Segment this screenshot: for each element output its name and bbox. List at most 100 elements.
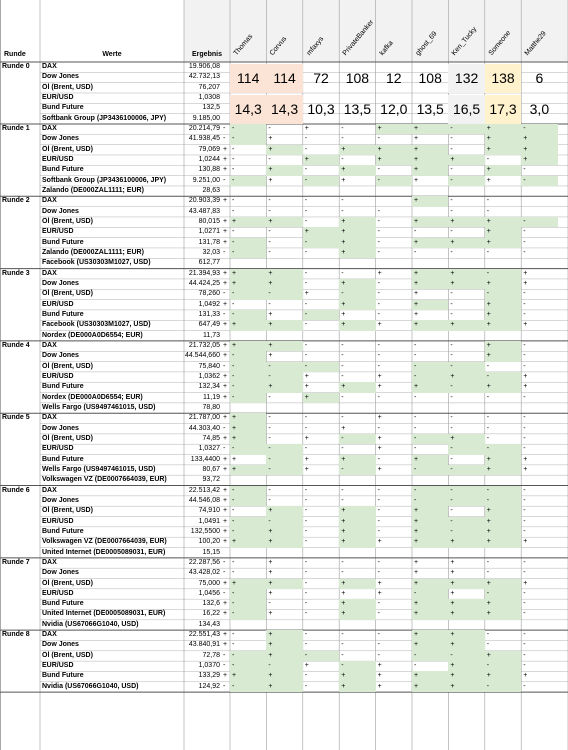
- guess-cell: -: [414, 445, 417, 453]
- ergebnis-sign: -: [223, 124, 226, 132]
- guess-cell: +: [484, 165, 522, 176]
- ergebnis-sign: +: [223, 238, 228, 246]
- guess-cell: -: [230, 237, 267, 248]
- werte-label: Nordex (DE000A0D6554; EUR): [42, 393, 143, 401]
- werte-label: Zalando (DE000ZAL1111; EUR): [42, 248, 144, 256]
- guess-cell: [412, 548, 448, 558]
- guess-cell: -: [450, 135, 453, 143]
- guess-cell: -: [377, 631, 380, 639]
- ergebnis-value: 133,4400: [190, 455, 220, 463]
- guess-cell: -: [230, 588, 267, 600]
- guess-cell: +: [230, 433, 267, 445]
- guess-cell: -: [232, 166, 235, 174]
- guess-cell: +: [484, 506, 522, 517]
- guess-cell: [266, 258, 302, 268]
- guess-cell: +: [412, 681, 449, 693]
- guess-cell: [339, 620, 375, 630]
- guess-cell: -: [304, 321, 308, 329]
- round-label: Runde 1: [2, 124, 30, 132]
- guess-cell: [485, 186, 521, 196]
- guess-cell: [485, 331, 521, 341]
- guess-cell: -: [377, 610, 380, 618]
- guess-cell: -: [448, 495, 485, 507]
- ergebnis-value: 133,29: [198, 672, 220, 680]
- guess-cell: +: [412, 216, 449, 228]
- guess-cell: +: [339, 671, 376, 682]
- guess-cell: -: [414, 662, 417, 670]
- guess-cell: -: [232, 197, 235, 205]
- guess-cell: -: [450, 248, 453, 256]
- guess-cell: +: [266, 506, 303, 517]
- guess-cell: -: [484, 681, 522, 693]
- ergebnis-sign: +: [223, 538, 228, 546]
- guess-cell: -: [268, 155, 271, 163]
- guess-cell: +: [230, 278, 267, 290]
- guess-cell: +: [448, 661, 485, 672]
- ergebnis-value: 1,0308: [198, 93, 220, 101]
- ergebnis-value: 44.546,08: [188, 496, 220, 504]
- guess-cell: -: [486, 414, 490, 422]
- guess-cell: +: [414, 569, 419, 577]
- guess-cell: +: [377, 434, 382, 442]
- guess-cell: -: [268, 393, 271, 401]
- werte-label: EUR/USD: [42, 228, 74, 236]
- guess-cell: -: [450, 507, 453, 515]
- ergebnis-value: 124,92: [198, 682, 220, 690]
- guess-cell: -: [230, 526, 267, 538]
- guess-cell: -: [448, 650, 485, 662]
- guess-cell: +: [523, 279, 528, 287]
- guess-cell: -: [377, 569, 380, 577]
- guess-cell: -: [341, 269, 344, 277]
- guess-cell: +: [230, 320, 267, 331]
- werte-label: Zalando (DE000ZAL1111; EUR): [42, 186, 144, 194]
- guess-cell: [448, 186, 484, 196]
- guess-cell: -: [523, 238, 526, 246]
- guess-cell: -: [304, 445, 308, 453]
- guess-cell: +: [377, 579, 382, 587]
- guess-cell: [448, 331, 484, 341]
- guess-cell: [376, 475, 412, 485]
- guess-cell: +: [302, 392, 340, 403]
- guess-cell: -: [304, 207, 308, 215]
- guess-cell: -: [523, 558, 526, 566]
- guess-cell: -: [304, 527, 308, 535]
- guess-cell: +: [521, 134, 558, 145]
- ergebnis-value: 44.303,40: [188, 424, 220, 432]
- guess-cell: -: [523, 248, 526, 256]
- guess-cell: +: [341, 310, 346, 318]
- ergebnis-value: 21.394,93: [188, 269, 220, 277]
- guess-cell: [521, 620, 557, 630]
- guess-cell: -: [486, 197, 490, 205]
- werte-label: EUR/USD: [42, 445, 74, 453]
- guess-cell: -: [448, 516, 485, 527]
- ergebnis-sign: +: [223, 496, 228, 504]
- guess-cell: -: [523, 414, 526, 422]
- guess-cell: -: [523, 527, 526, 535]
- guess-cell: -: [523, 290, 526, 298]
- guess-cell: [266, 548, 302, 558]
- guess-cell: -: [232, 300, 235, 308]
- werte-label: DAX: [42, 341, 57, 349]
- guess-cell: +: [339, 227, 376, 238]
- ergebnis-sign: +: [223, 228, 228, 236]
- guess-cell: +: [339, 599, 376, 610]
- guess-cell: -: [341, 393, 344, 401]
- ergebnis-value: 21.732,05: [188, 341, 220, 349]
- guess-cell: -: [230, 123, 267, 135]
- guess-cell: +: [412, 599, 449, 610]
- ergebnis-value: 44.424,25: [188, 279, 220, 287]
- guess-cell: +: [375, 123, 412, 135]
- guess-cell: +: [339, 144, 376, 155]
- guess-cell: -: [341, 414, 344, 422]
- werte-label: Wells Fargo (US9497461015, USD): [42, 465, 156, 473]
- guess-cell: +: [375, 154, 412, 166]
- guess-cell: +: [230, 340, 267, 352]
- guess-cell: -: [339, 289, 376, 300]
- guess-cell: +: [377, 383, 382, 391]
- werte-label: EUR/USD: [42, 517, 74, 525]
- ergebnis-value: 93,72: [202, 476, 220, 484]
- guess-cell: +: [412, 278, 449, 290]
- guess-cell: +: [448, 599, 485, 610]
- guess-cell: [303, 548, 339, 558]
- guess-cell: +: [230, 671, 267, 682]
